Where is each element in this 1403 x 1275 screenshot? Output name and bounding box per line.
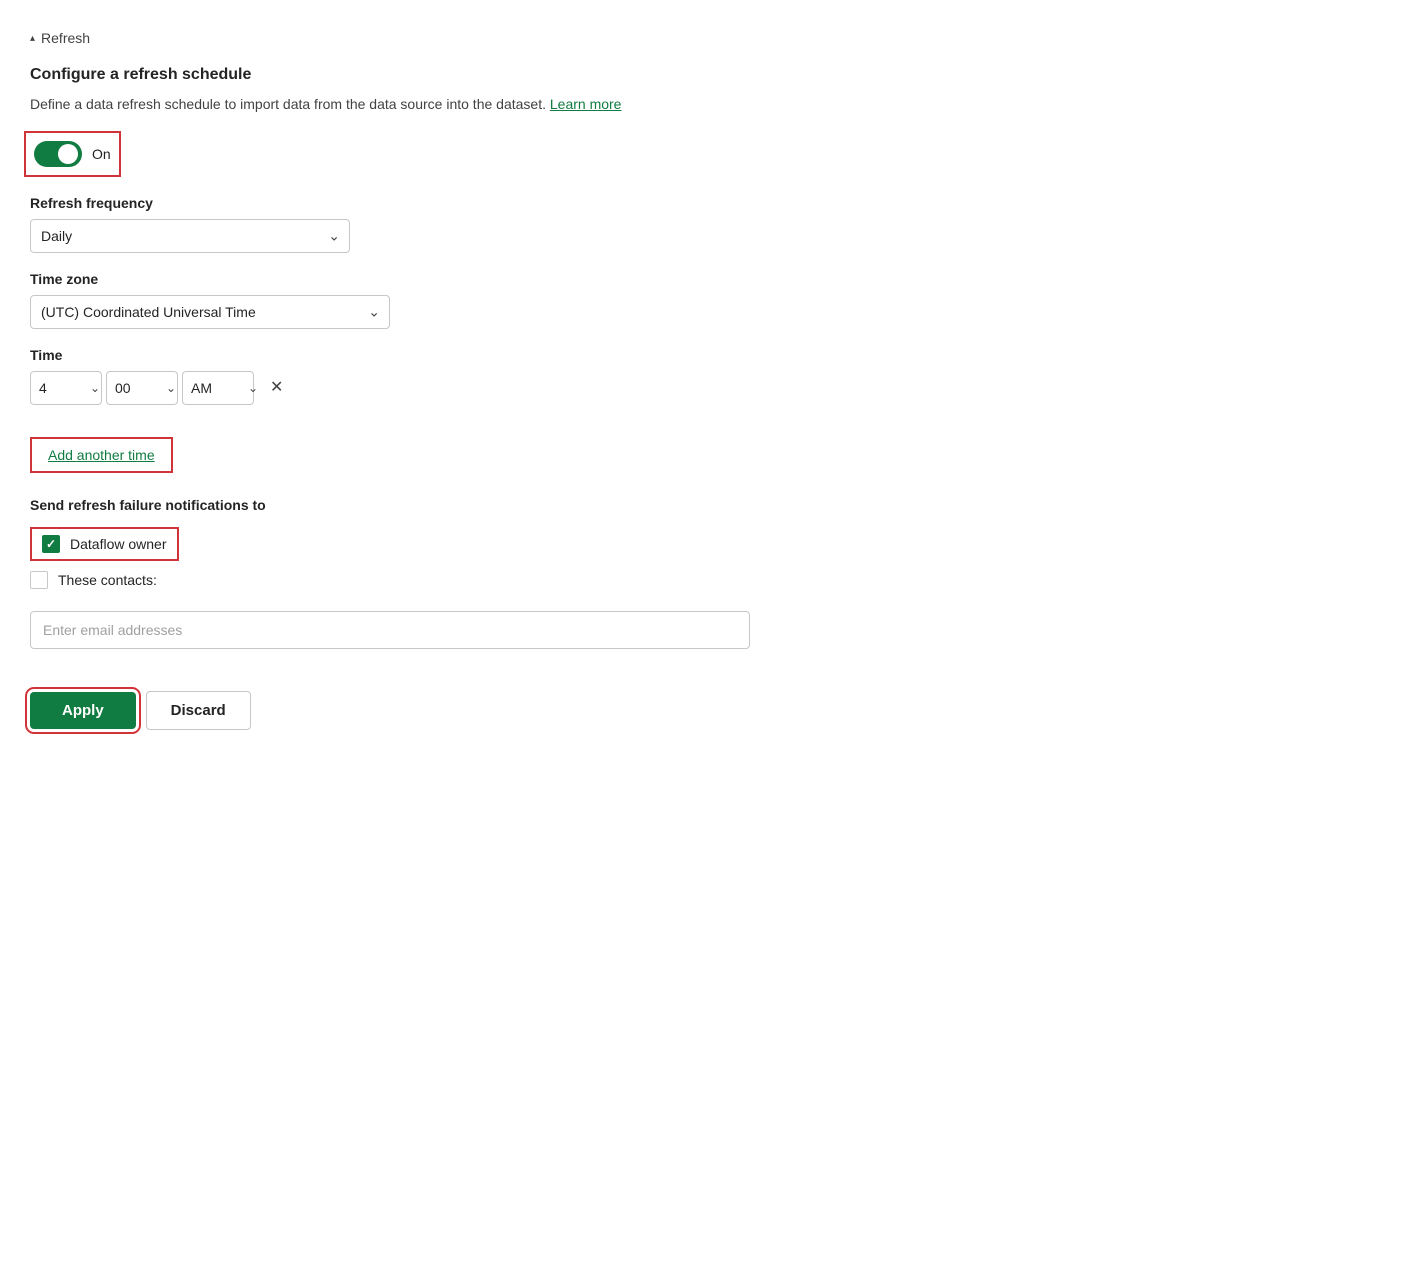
refresh-frequency-label: Refresh frequency — [30, 195, 830, 211]
configure-title: Configure a refresh schedule — [30, 66, 830, 84]
minute-wrapper: 00 15 30 45 — [106, 371, 182, 405]
ampm-select[interactable]: AM PM — [182, 371, 254, 405]
dataflow-owner-label: Dataflow owner — [70, 536, 167, 552]
refresh-frequency-wrapper: Daily Weekly Monthly — [30, 219, 350, 253]
these-contacts-label: These contacts: — [58, 572, 157, 588]
time-row: 123 4 567 8910 1112 00 15 30 45 AM — [30, 371, 830, 405]
time-label: Time — [30, 347, 830, 363]
notifications-group: Send refresh failure notifications to Da… — [30, 497, 830, 673]
these-contacts-checkbox[interactable] — [30, 571, 48, 589]
button-row: Apply Discard — [30, 691, 830, 730]
add-another-time-link[interactable]: Add another time — [30, 437, 173, 473]
these-contacts-row: These contacts: — [30, 571, 830, 589]
time-zone-group: Time zone (UTC) Coordinated Universal Ti… — [30, 271, 830, 329]
time-zone-select[interactable]: (UTC) Coordinated Universal Time (UTC-05… — [30, 295, 390, 329]
notifications-label: Send refresh failure notifications to — [30, 497, 830, 513]
hour-wrapper: 123 4 567 8910 1112 — [30, 371, 106, 405]
hour-select[interactable]: 123 4 567 8910 1112 — [30, 371, 102, 405]
section-breadcrumb: ▴ Refresh — [30, 30, 830, 46]
time-zone-wrapper: (UTC) Coordinated Universal Time (UTC-05… — [30, 295, 390, 329]
time-group: Time 123 4 567 8910 1112 00 15 30 45 — [30, 347, 830, 405]
section-title: Refresh — [41, 30, 90, 46]
learn-more-link[interactable]: Learn more — [550, 96, 622, 112]
dataflow-owner-checkbox[interactable] — [42, 535, 60, 553]
time-zone-label: Time zone — [30, 271, 830, 287]
remove-time-button[interactable]: ✕ — [264, 376, 289, 400]
apply-button[interactable]: Apply — [30, 692, 136, 729]
email-input[interactable] — [30, 611, 750, 649]
refresh-toggle[interactable] — [34, 141, 82, 167]
dataflow-owner-row[interactable]: Dataflow owner — [30, 527, 179, 561]
collapse-icon: ▴ — [30, 33, 35, 44]
toggle-thumb — [58, 144, 78, 164]
minute-select[interactable]: 00 15 30 45 — [106, 371, 178, 405]
toggle-container[interactable]: On — [30, 137, 115, 171]
description-text: Define a data refresh schedule to import… — [30, 94, 830, 115]
toggle-label: On — [92, 146, 111, 162]
ampm-wrapper: AM PM — [182, 371, 264, 405]
toggle-track — [34, 141, 82, 167]
refresh-frequency-group: Refresh frequency Daily Weekly Monthly — [30, 195, 830, 253]
refresh-frequency-select[interactable]: Daily Weekly Monthly — [30, 219, 350, 253]
discard-button[interactable]: Discard — [146, 691, 251, 730]
